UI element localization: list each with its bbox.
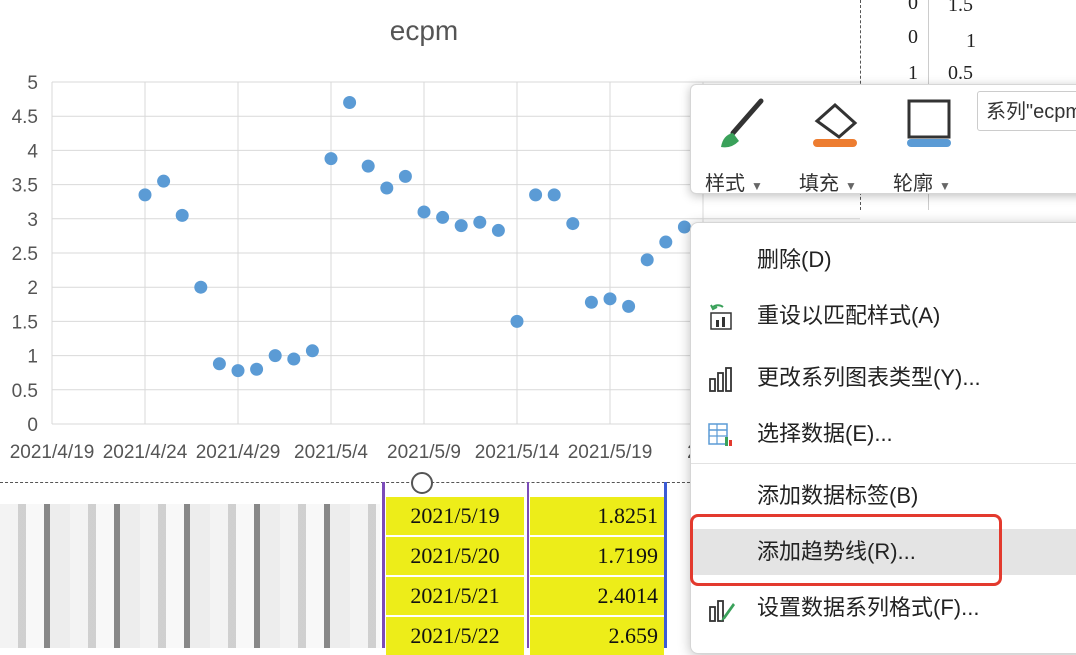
x-tick-label: 2021/5/4 xyxy=(294,442,368,463)
chevron-down-icon: ▼ xyxy=(751,179,763,193)
data-point xyxy=(547,188,561,202)
date-cell[interactable]: 2021/5/20 xyxy=(386,537,524,575)
y-tick-label: 5 xyxy=(27,73,38,94)
data-point xyxy=(324,152,338,166)
sheet-cell: 0.5 xyxy=(948,62,973,84)
menu-item-label: 设置数据系列格式(F)... xyxy=(757,595,980,620)
data-point xyxy=(250,362,264,376)
data-point xyxy=(398,169,412,183)
y-tick-label: 4 xyxy=(27,141,38,162)
data-point xyxy=(287,352,301,366)
data-point xyxy=(510,314,524,328)
x-tick-label: 2021/5/19 xyxy=(568,442,653,463)
chart-title: ecpm xyxy=(390,15,458,46)
y-tick-label: 3 xyxy=(27,210,38,231)
style-button[interactable]: 样式 ▼ xyxy=(705,95,785,195)
value-cell[interactable]: 1.7199 xyxy=(530,537,664,575)
chevron-down-icon: ▼ xyxy=(845,179,857,193)
y-tick-label: 2.5 xyxy=(12,244,38,265)
data-point xyxy=(231,364,245,378)
data-point xyxy=(436,210,450,224)
data-point xyxy=(640,253,654,267)
redacted-cells xyxy=(0,504,380,648)
sheet-cell: 1 xyxy=(966,30,976,52)
data-point xyxy=(305,344,319,358)
x-tick-label: 2021/4/19 xyxy=(10,442,95,463)
series-select[interactable]: 系列"ecpm" xyxy=(977,91,1076,131)
data-point xyxy=(380,181,394,195)
format-series-icon xyxy=(709,600,735,622)
reset-style-icon xyxy=(710,304,732,330)
menu-item-label: 重设以匹配样式(A) xyxy=(757,303,941,328)
x-tick-label: 2021/5/14 xyxy=(475,442,560,463)
y-tick-label: 0.5 xyxy=(12,381,38,402)
y-tick-label: 3.5 xyxy=(12,176,38,197)
menu-item-delete[interactable]: 删除(D) xyxy=(691,237,1076,283)
menu-item-format-series[interactable]: 设置数据系列格式(F)... xyxy=(691,585,1076,631)
data-point xyxy=(491,223,505,237)
fill-label: 填充 xyxy=(799,173,839,195)
y-tick-label: 4.5 xyxy=(12,107,38,128)
outline-icon xyxy=(907,99,951,147)
bar-chart-icon xyxy=(709,367,732,392)
select-data-icon xyxy=(708,423,732,446)
data-point xyxy=(454,219,468,233)
y-tick-label: 2 xyxy=(27,278,38,299)
menu-divider xyxy=(691,463,1076,464)
y-tick-label: 1 xyxy=(27,347,38,368)
style-label: 样式 xyxy=(705,173,745,195)
sheet-cell: 1.5 xyxy=(948,0,973,16)
x-tick-label: 2021/4/29 xyxy=(196,442,281,463)
fill-button[interactable]: 填充 ▼ xyxy=(799,95,879,195)
context-menu: 删除(D) 重设以匹配样式(A) 更改系列图表类型(Y)... 选择数据(E).… xyxy=(690,222,1076,654)
brush-icon xyxy=(721,98,764,148)
data-point xyxy=(194,280,208,294)
value-cell[interactable]: 1.8251 xyxy=(530,497,664,535)
value-cell[interactable]: 2.4014 xyxy=(530,577,664,615)
data-point xyxy=(417,205,431,219)
value-cell[interactable]: 2.659 xyxy=(530,617,664,655)
data-point xyxy=(361,159,375,173)
data-point xyxy=(157,174,171,188)
y-tick-label: 1.5 xyxy=(12,312,38,333)
menu-item-label: 更改系列图表类型(Y)... xyxy=(757,365,981,390)
menu-item-select-data[interactable]: 选择数据(E)... xyxy=(691,411,1076,457)
data-point xyxy=(529,188,543,202)
date-cell[interactable]: 2021/5/21 xyxy=(386,577,524,615)
data-point xyxy=(584,295,598,309)
y-tick-label: 0 xyxy=(27,415,38,436)
data-point xyxy=(138,188,152,202)
sheet-cell: 0 xyxy=(908,26,918,48)
menu-item-reset-style[interactable]: 重设以匹配样式(A) xyxy=(691,293,1076,339)
sheet-cell: 1 xyxy=(908,62,918,84)
data-point xyxy=(175,208,189,222)
chevron-down-icon: ▼ xyxy=(939,179,951,193)
data-point xyxy=(212,357,226,371)
data-point xyxy=(343,96,357,110)
outline-label: 轮廓 xyxy=(893,173,933,195)
menu-item-add-data-labels[interactable]: 添加数据标签(B) xyxy=(691,473,1076,519)
format-mini-toolbar: 样式 ▼ 填充 ▼ 轮廓 ▼ 系列"ecpm" xyxy=(690,84,1076,195)
menu-item-label: 删除(D) xyxy=(757,247,832,272)
x-tick-label: 2021/4/24 xyxy=(103,442,188,463)
data-point xyxy=(622,299,636,313)
outline-button[interactable]: 轮廓 ▼ xyxy=(893,95,973,195)
paint-bucket-icon xyxy=(813,102,858,147)
date-cell[interactable]: 2021/5/22 xyxy=(386,617,524,655)
data-point xyxy=(268,349,282,363)
menu-item-label: 添加数据标签(B) xyxy=(757,483,919,508)
menu-item-label: 选择数据(E)... xyxy=(757,421,893,446)
data-point xyxy=(566,217,580,231)
data-point xyxy=(677,220,691,234)
data-point xyxy=(473,215,487,229)
date-cell[interactable]: 2021/5/19 xyxy=(386,497,524,535)
menu-item-change-chart-type[interactable]: 更改系列图表类型(Y)... xyxy=(691,355,1076,401)
highlight-annotation-box xyxy=(690,514,1002,586)
sheet-cell: 0 xyxy=(908,0,918,14)
data-point xyxy=(603,292,617,306)
data-point xyxy=(659,235,673,249)
x-tick-label: 2021/5/9 xyxy=(387,442,461,463)
